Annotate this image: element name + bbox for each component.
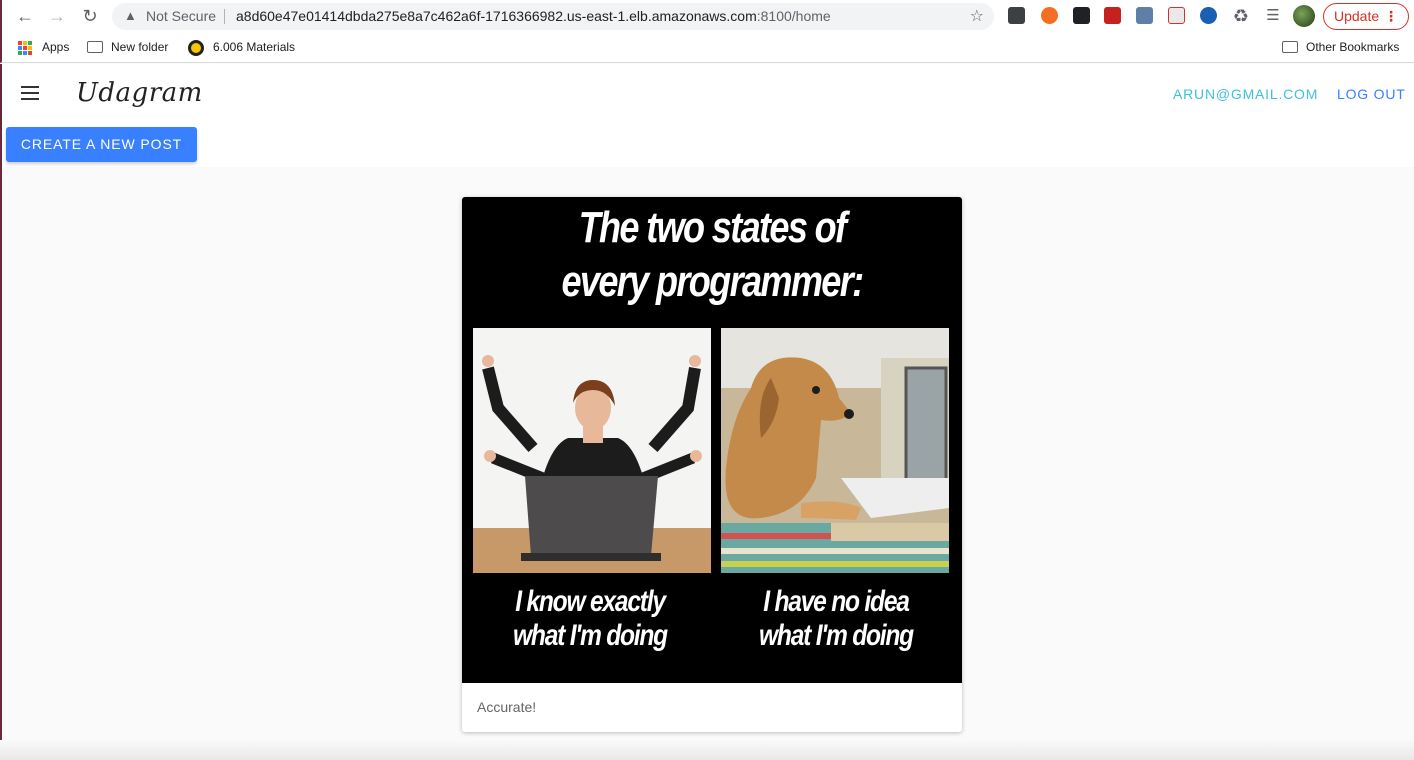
- post-caption: Accurate!: [477, 699, 537, 715]
- bookmark-favicon-icon: [188, 40, 204, 56]
- logout-button[interactable]: LOG OUT: [1337, 86, 1406, 102]
- right-caption-line2: what I'm doing: [758, 619, 914, 652]
- back-arrow-icon[interactable]: ←: [15, 6, 35, 26]
- dog-laptop-photo: [721, 328, 949, 573]
- app-content: Udagram ARUN@GMAIL.COM LOG OUT CREATE A …: [0, 64, 1414, 760]
- kebab-menu-icon: ⋮: [1384, 8, 1398, 24]
- profile-avatar[interactable]: [1293, 5, 1315, 27]
- extension-orange-icon[interactable]: [1041, 7, 1058, 24]
- bookmarks-bar: Apps New folder 6.006 Materials Other Bo…: [0, 33, 1414, 63]
- security-label: Not Secure: [146, 8, 217, 24]
- woman-laptop-photo: [473, 328, 711, 573]
- extension-red-icon[interactable]: [1168, 7, 1185, 24]
- bottom-fade: [0, 740, 1414, 760]
- meme-title-line1: The two states of: [578, 203, 847, 252]
- left-caption-line1: I know exactly: [515, 585, 666, 618]
- left-caption-line2: what I'm doing: [512, 619, 668, 652]
- forward-arrow-icon[interactable]: →: [47, 6, 67, 26]
- url-path: :8100/home: [756, 8, 831, 24]
- create-bar: CREATE A NEW POST: [2, 123, 1414, 167]
- hamburger-menu-icon[interactable]: [21, 86, 39, 100]
- user-email-link[interactable]: ARUN@GMAIL.COM: [1173, 86, 1318, 102]
- apps-grid-icon: [18, 41, 32, 55]
- folder-icon: [1282, 41, 1298, 53]
- extension-pdf-icon[interactable]: [1104, 7, 1121, 24]
- bookmark-other[interactable]: Other Bookmarks: [1306, 40, 1399, 54]
- url-text[interactable]: a8d60e47e01414dbda275e8a7c462a6f-1716366…: [236, 8, 831, 24]
- update-button[interactable]: Update ⋮: [1323, 3, 1409, 30]
- url-host: a8d60e47e01414dbda275e8a7c462a6f-1716366…: [236, 8, 757, 24]
- reload-icon[interactable]: ↻: [80, 6, 100, 26]
- address-bar[interactable]: ▲ Not Secure a8d60e47e01414dbda275e8a7c4…: [112, 3, 994, 30]
- bookmark-new-folder[interactable]: New folder: [111, 40, 168, 54]
- browser-toolbar: ← → ↻ ▲ Not Secure a8d60e47e01414dbda275…: [0, 0, 1414, 33]
- divider: [224, 9, 225, 24]
- bookmark-materials[interactable]: 6.006 Materials: [213, 40, 295, 54]
- post-image: The two states of every programmer: I kn…: [462, 197, 962, 683]
- bookmark-apps[interactable]: Apps: [42, 40, 69, 54]
- extension-gear-icon[interactable]: [1136, 7, 1153, 24]
- app-header: Udagram ARUN@GMAIL.COM LOG OUT: [2, 64, 1414, 123]
- post-card: The two states of every programmer: I kn…: [462, 197, 962, 732]
- extension-mask-icon[interactable]: [1073, 7, 1090, 24]
- warning-icon: ▲: [124, 8, 137, 23]
- right-caption-line1: I have no idea: [763, 585, 910, 618]
- media-queue-icon[interactable]: ☰: [1263, 6, 1283, 26]
- create-post-button[interactable]: CREATE A NEW POST: [6, 127, 197, 162]
- star-icon[interactable]: ☆: [970, 6, 984, 26]
- puzzle-icon[interactable]: ♻: [1231, 6, 1251, 26]
- folder-icon: [87, 41, 103, 53]
- brand-logo: Udagram: [76, 78, 203, 108]
- extension-dots-icon[interactable]: [1008, 7, 1025, 24]
- extension-clock-icon[interactable]: [1200, 7, 1217, 24]
- meme-title-line2: every programmer:: [561, 257, 864, 306]
- update-label: Update: [1334, 8, 1380, 24]
